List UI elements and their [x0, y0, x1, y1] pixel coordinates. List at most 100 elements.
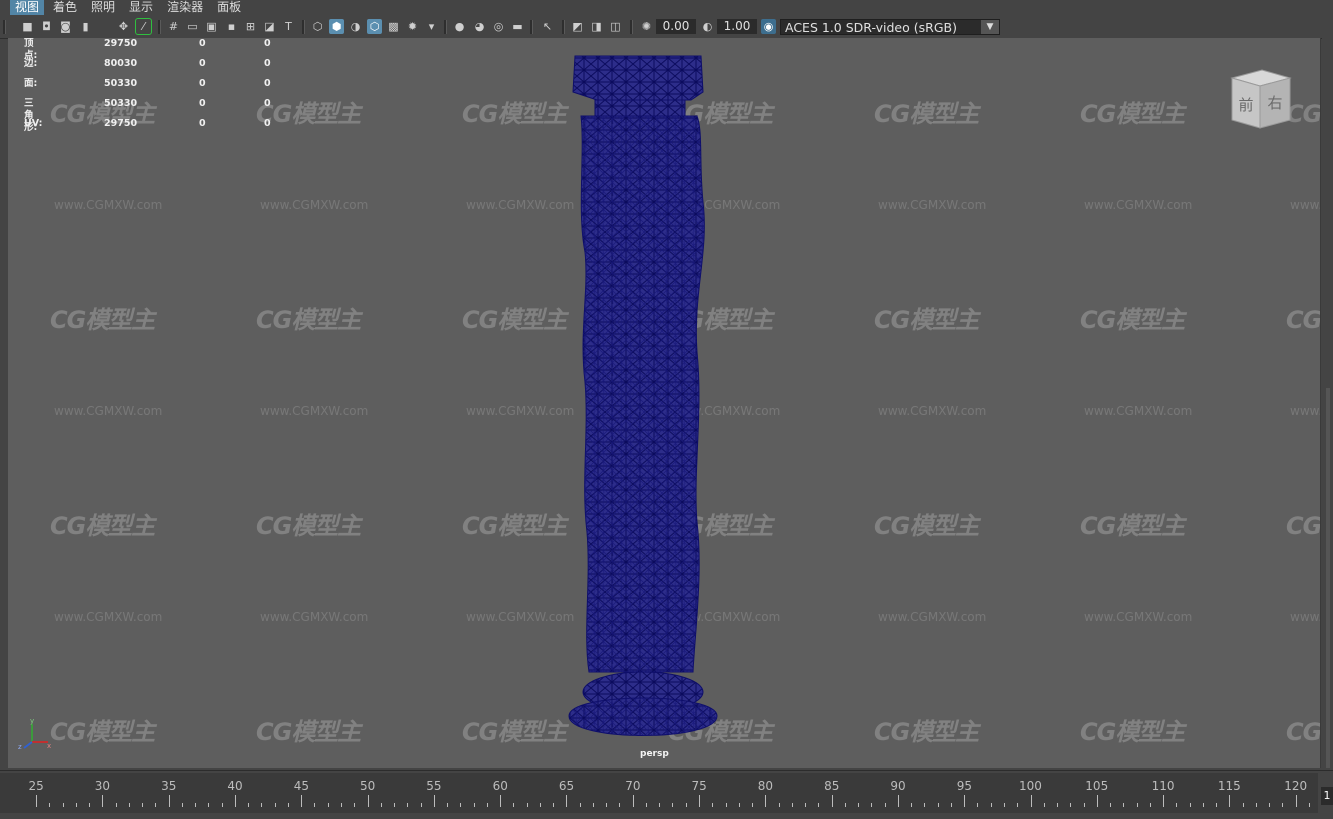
timeline-tick [1070, 803, 1072, 807]
gamma-field[interactable]: 1.00 [717, 19, 757, 34]
screen-space-ao-icon[interactable]: ◕ [472, 19, 487, 34]
timeline-tick [142, 803, 144, 807]
safe-title-icon[interactable]: T [281, 19, 296, 34]
shadows-icon[interactable]: ● [452, 19, 467, 34]
exposure-icon[interactable]: ✺ [639, 19, 654, 34]
timeline-tick [433, 795, 435, 807]
backface-culling-icon[interactable]: ◫ [608, 19, 623, 34]
viewport-right-edge [1322, 38, 1333, 770]
color-management-icon[interactable]: ◉ [761, 19, 776, 34]
xray-joints-icon[interactable]: ◩ [570, 19, 585, 34]
film-gate-icon[interactable]: ▭ [185, 19, 200, 34]
field-chart-icon[interactable]: ⊞ [243, 19, 258, 34]
timeline-tick-label: 25 [28, 779, 44, 793]
timeline-tick [1030, 795, 1032, 807]
watermark-logo: CG模型主 [462, 100, 567, 128]
timeline-tick [168, 795, 170, 807]
timeline-tick [36, 795, 37, 807]
watermark-logo: CG模型主 [1286, 718, 1321, 746]
timeline-tick-label: 110 [1151, 779, 1175, 793]
timeline-ruler[interactable]: 25 30 35 40 45 50 55 60 65 70 75 80 85 90 95 100 105 110 1… [0, 773, 1318, 813]
viewcube[interactable]: 前 右 [1228, 68, 1294, 130]
chevron-down-icon[interactable]: ▼ [981, 20, 999, 34]
timeline-tick [274, 803, 276, 807]
isolate-select-icon[interactable]: ↖ [540, 19, 555, 34]
color-space-dropdown[interactable]: ACES 1.0 SDR-video (sRGB) ▼ [780, 19, 1000, 35]
bookmarks-icon[interactable]: ◙ [58, 19, 73, 34]
timeline-tick [500, 795, 502, 807]
motion-blur-icon[interactable]: ◎ [491, 19, 506, 34]
wireframe-icon[interactable]: ⬡ [310, 19, 325, 34]
menu-show[interactable]: 显示 [124, 0, 158, 15]
timeline-tick [1096, 795, 1098, 807]
hud-value: 50330 [104, 98, 138, 109]
viewcube-right-face[interactable]: 右 [1267, 94, 1282, 112]
watermark-logo: CG模型主 [874, 512, 979, 540]
gamma-icon[interactable]: ◐ [700, 19, 715, 34]
time-slider[interactable]: 25 30 35 40 45 50 55 60 65 70 75 80 85 90 95 100 105 110 1… [0, 770, 1333, 819]
menu-shading[interactable]: 着色 [48, 0, 82, 15]
menu-view[interactable]: 视图 [10, 0, 45, 15]
watermark-logo: CG模型主 [874, 306, 979, 334]
timeline-tick [871, 803, 873, 807]
column-mesh[interactable] [563, 52, 723, 750]
camera-move-icon[interactable]: ✥ [116, 19, 131, 34]
wireframe-on-shaded-icon[interactable]: ⬡ [367, 19, 382, 34]
scrollbar[interactable] [1326, 388, 1330, 768]
safe-action-icon[interactable]: ◪ [262, 19, 277, 34]
timeline-tick-label: 85 [824, 779, 840, 793]
timeline-tick [924, 803, 926, 807]
watermark-url: www.CGMXW.com [466, 404, 575, 418]
camera-name-label: persp [640, 749, 669, 759]
timeline-tick [990, 803, 992, 807]
watermark-logo: CG模型主 [256, 512, 361, 540]
menu-renderer[interactable]: 渲染器 [162, 0, 208, 15]
viewcube-front-face[interactable]: 前 [1238, 96, 1253, 114]
svg-text:y: y [30, 717, 34, 725]
timeline-tick [340, 803, 342, 807]
watermark-logo: CG模型主 [256, 306, 361, 334]
hud-value: 0 [199, 78, 206, 89]
timeline-tick [221, 803, 223, 807]
image-plane-icon[interactable]: ▮ [78, 19, 93, 34]
menu-panels[interactable]: 面板 [212, 0, 246, 15]
camera-attributes-icon[interactable]: ◘ [39, 19, 54, 34]
xray-active-icon[interactable]: ◨ [589, 19, 604, 34]
timeline-tick [539, 803, 541, 807]
watermark-url: www.CGMXW.com [1290, 198, 1320, 212]
timeline-tick-label: 35 [161, 779, 177, 793]
timeline-tick [897, 795, 899, 807]
timeline-tick [566, 795, 568, 807]
timeline-tick [1189, 803, 1191, 807]
timeline-tick-label: 120 [1284, 779, 1308, 793]
watermark-logo: CG模型主 [462, 512, 567, 540]
grid-icon[interactable]: # [166, 19, 181, 34]
watermark-logo: CG模型主 [874, 100, 979, 128]
timeline-tick [155, 803, 157, 807]
gate-mask-icon[interactable]: ▪ [224, 19, 239, 34]
timeline-tick-label: 50 [360, 779, 376, 793]
hud-value: 29750 [104, 118, 138, 129]
3d-viewport[interactable]: CG模型主 CG模型主 CG模型主 CG模型主 www.CGMXW.com www.CGM… [8, 38, 1321, 768]
timeline-tick [1043, 803, 1045, 807]
timeline-tick [234, 795, 236, 807]
exposure-field[interactable]: 0.00 [656, 19, 696, 34]
viewport-toolbar: ■ ◘ ◙ ▮ ✥ ⁄ # ▭ ▣ ▪ ⊞ ◪ T ⬡ ⬢ ◑ ⬡ ▩ ✹ ▾ … [0, 16, 1333, 39]
timeline-tick-label: 115 [1217, 779, 1241, 793]
textured-icon[interactable]: ✹ [405, 19, 420, 34]
hud-value: 50330 [104, 78, 138, 89]
timeline-tick [460, 803, 462, 807]
toolbar-separator [562, 20, 565, 34]
timeline-tick [354, 803, 356, 807]
current-frame-field[interactable]: 1 [1321, 787, 1333, 805]
camera-select-icon[interactable]: ■ [20, 19, 35, 34]
timeline-tick [473, 803, 475, 807]
xray-icon[interactable]: ▩ [386, 19, 401, 34]
smooth-shade-icon[interactable]: ⬢ [329, 19, 344, 34]
antialias-icon[interactable]: ▬ [510, 19, 525, 34]
lights-icon[interactable]: ▾ [424, 19, 439, 34]
resolution-gate-icon[interactable]: ▣ [204, 19, 219, 34]
grease-pencil-icon[interactable]: ⁄ [135, 18, 152, 35]
menu-lighting[interactable]: 照明 [86, 0, 120, 15]
use-default-material-icon[interactable]: ◑ [348, 19, 363, 34]
